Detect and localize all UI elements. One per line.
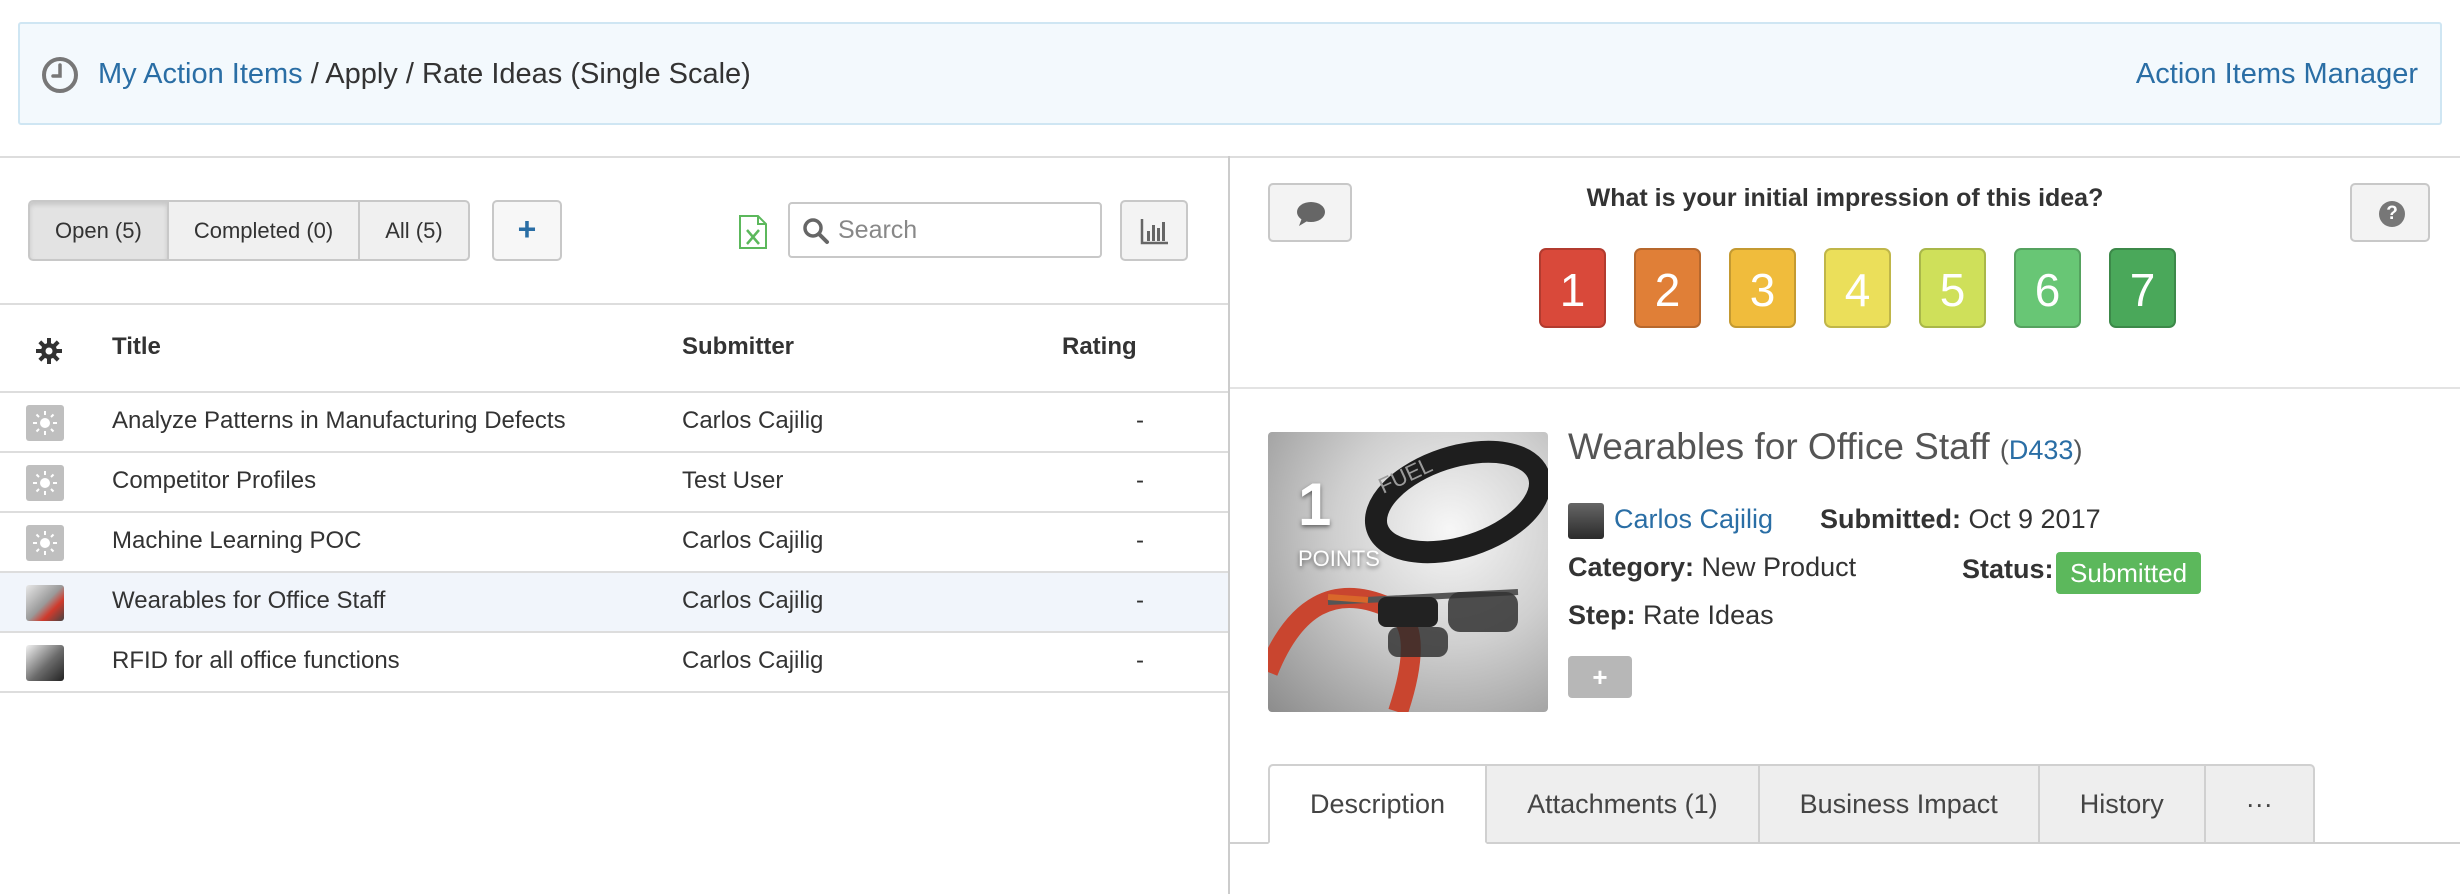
row-rating: - — [1136, 647, 1144, 674]
row-rating: - — [1136, 407, 1144, 434]
detail-tabs: Description Attachments (1) Business Imp… — [1268, 764, 2315, 844]
table-header: Title Submitter Rating — [0, 303, 1228, 393]
row-rating: - — [1136, 527, 1144, 554]
submitted-value: Oct 9 2017 — [1968, 504, 2101, 534]
rating-option-7[interactable]: 7 — [2109, 248, 2176, 328]
row-title: RFID for all office functions — [112, 647, 400, 674]
search-box — [788, 202, 1102, 258]
idea-detail-panel: What is your initial impression of this … — [1230, 156, 2460, 894]
step-value: Rate Ideas — [1643, 600, 1774, 630]
help-button[interactable]: ? — [2350, 183, 2430, 242]
lightbulb-icon — [26, 465, 64, 501]
category-value: New Product — [1701, 552, 1857, 582]
table-row[interactable]: Analyze Patterns in Manufacturing Defect… — [0, 393, 1228, 453]
row-title: Machine Learning POC — [112, 527, 362, 554]
step-label: Step: — [1568, 600, 1636, 630]
status-label: Status: — [1962, 554, 2054, 584]
breadcrumb: My Action Items / Apply / Rate Ideas (Si… — [98, 54, 751, 94]
idea-title-text: Wearables for Office Staff — [1568, 426, 1990, 467]
rating-option-6[interactable]: 6 — [2014, 248, 2081, 328]
breadcrumb-separator: / — [310, 58, 319, 90]
table-row[interactable]: RFID for all office functions Carlos Caj… — [0, 633, 1228, 693]
category-info: Category: New Product — [1568, 552, 1856, 583]
column-header-submitter[interactable]: Submitter — [682, 333, 794, 361]
idea-image[interactable]: FUEL 1 POINTS — [1268, 432, 1548, 712]
table-row[interactable]: Competitor Profiles Test User - — [0, 453, 1228, 513]
row-title: Competitor Profiles — [112, 467, 317, 494]
author-link[interactable]: Carlos Cajilig — [1614, 504, 1773, 535]
gear-icon[interactable] — [35, 337, 63, 365]
rfid-thumbnail — [26, 645, 64, 681]
row-title: Analyze Patterns in Manufacturing Defect… — [112, 407, 566, 434]
rating-option-3[interactable]: 3 — [1729, 248, 1796, 328]
tab-history[interactable]: History — [2039, 764, 2206, 844]
idea-code-link[interactable]: D433 — [2009, 435, 2074, 465]
breadcrumb-section: Apply — [325, 58, 398, 90]
add-detail-button[interactable]: + — [1568, 656, 1632, 698]
submitted-info: Submitted: Oct 9 2017 — [1820, 504, 2101, 535]
tab-more[interactable]: ··· — [2205, 764, 2315, 844]
filter-completed-button[interactable]: Completed (0) — [166, 200, 361, 261]
action-items-table: Title Submitter Rating Analyze Patterns … — [0, 303, 1228, 693]
action-items-manager-link[interactable]: Action Items Manager — [2136, 54, 2418, 94]
status-badge: Submitted — [2056, 552, 2202, 594]
row-title: Wearables for Office Staff — [112, 587, 386, 614]
filter-button-group: Open (5) Completed (0) All (5) — [28, 200, 470, 261]
excel-export-icon[interactable] — [738, 214, 768, 250]
question-mark-icon: ? — [2379, 201, 2405, 227]
rating-option-1[interactable]: 1 — [1539, 248, 1606, 328]
search-input[interactable] — [838, 212, 1088, 248]
rating-scale: 1 2 3 4 5 6 7 — [1539, 248, 2204, 328]
row-submitter: Carlos Cajilig — [682, 587, 824, 614]
row-submitter: Carlos Cajilig — [682, 647, 824, 674]
search-icon — [803, 218, 829, 244]
row-submitter: Carlos Cajilig — [682, 407, 824, 434]
bar-chart-icon — [1140, 219, 1168, 245]
clock-icon — [42, 57, 78, 93]
rating-option-2[interactable]: 2 — [1634, 248, 1701, 328]
idea-title: Wearables for Office Staff (D433) — [1568, 426, 2083, 467]
column-header-title[interactable]: Title — [112, 333, 161, 361]
column-header-rating[interactable]: Rating — [1062, 333, 1137, 361]
filter-all-button[interactable]: All (5) — [358, 200, 470, 261]
breadcrumb-current: Rate Ideas (Single Scale) — [422, 58, 751, 90]
points-value: 1 — [1298, 471, 1332, 538]
action-items-list-panel: Open (5) Completed (0) All (5) + Search … — [0, 156, 1228, 894]
chart-view-button[interactable] — [1120, 200, 1188, 261]
breadcrumb-separator: / — [405, 58, 414, 90]
table-row[interactable]: Machine Learning POC Carlos Cajilig - — [0, 513, 1228, 573]
row-rating: - — [1136, 467, 1144, 494]
submitted-label: Submitted: — [1820, 504, 1961, 534]
rating-option-5[interactable]: 5 — [1919, 248, 1986, 328]
step-info: Step: Rate Ideas — [1568, 600, 1774, 631]
row-rating: - — [1136, 587, 1144, 614]
table-row-selected[interactable]: Wearables for Office Staff Carlos Cajili… — [0, 573, 1228, 633]
breadcrumb-home-link[interactable]: My Action Items — [98, 58, 303, 90]
row-submitter: Carlos Cajilig — [682, 527, 824, 554]
category-label: Category: — [1568, 552, 1695, 582]
row-submitter: Test User — [682, 467, 784, 494]
rating-question: What is your initial impression of this … — [1586, 184, 2104, 212]
filter-open-button[interactable]: Open (5) — [28, 200, 169, 261]
points-label: POINTS — [1298, 546, 1380, 571]
add-item-button[interactable]: + — [492, 200, 562, 261]
tab-description[interactable]: Description — [1268, 764, 1488, 844]
divider-line — [1230, 387, 2460, 389]
tab-business-impact[interactable]: Business Impact — [1759, 764, 2040, 844]
lightbulb-icon — [26, 405, 64, 441]
rating-option-4[interactable]: 4 — [1824, 248, 1891, 328]
lightbulb-icon — [26, 525, 64, 561]
wearables-thumbnail — [26, 585, 64, 621]
tab-attachments[interactable]: Attachments (1) — [1487, 764, 1760, 844]
status-info: Status: — [1962, 554, 2054, 585]
header-bar: My Action Items / Apply / Rate Ideas (Si… — [18, 22, 2442, 125]
avatar[interactable] — [1568, 503, 1604, 539]
